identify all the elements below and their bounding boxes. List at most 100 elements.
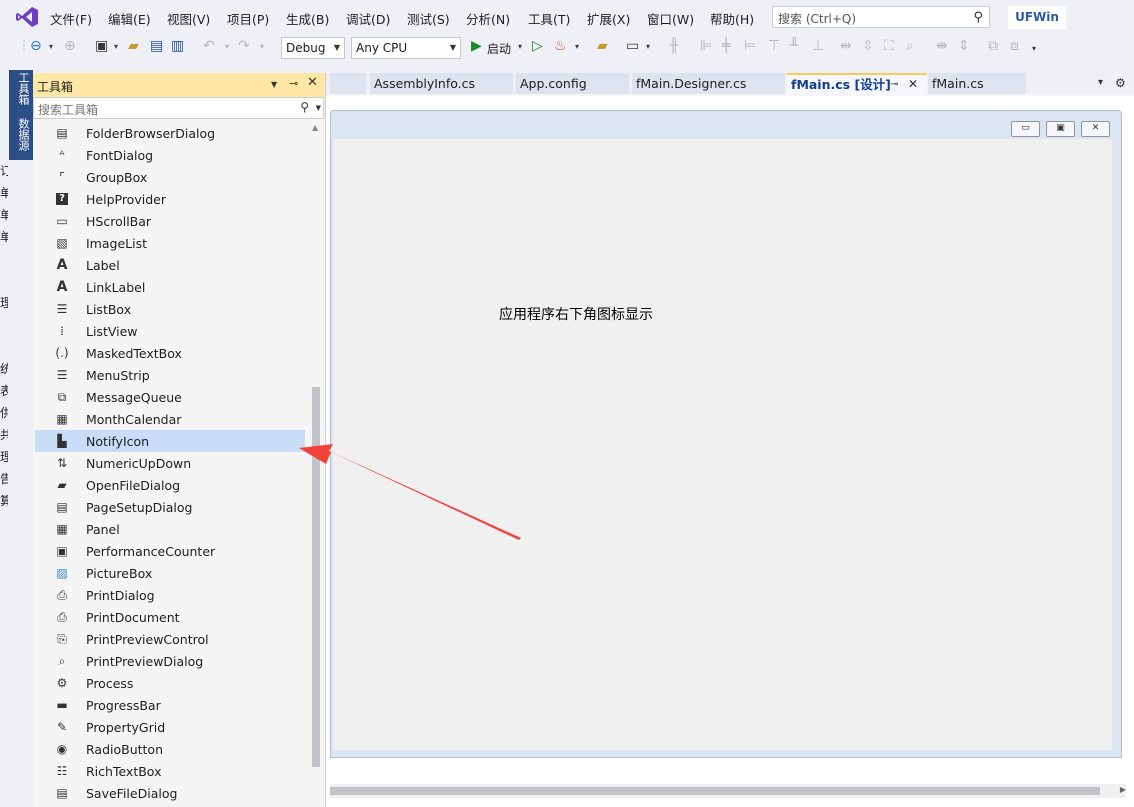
- toolbox-item[interactable]: ⌜ GroupBox: [35, 166, 305, 188]
- visual-studio-logo-icon[interactable]: [15, 6, 39, 28]
- menu-debug[interactable]: 调试(D): [346, 9, 390, 28]
- save-all-icon[interactable]: ▥: [171, 38, 184, 54]
- start-debug-icon[interactable]: ▶: [471, 38, 482, 54]
- rail-tab-toolbox[interactable]: 工具箱: [15, 72, 31, 105]
- browse-folder-icon[interactable]: ▰: [597, 38, 608, 54]
- tab-overflow-hidden[interactable]: [330, 73, 366, 94]
- form-client-area[interactable]: [333, 139, 1112, 750]
- scrollbar-thumb[interactable]: [330, 787, 1100, 795]
- toolbox-item[interactable]: ▬ ProgressBar: [35, 694, 305, 716]
- close-icon[interactable]: ✕: [307, 75, 318, 90]
- toolbox-item[interactable]: (.) MaskedTextBox: [35, 342, 305, 364]
- navigate-forward-icon[interactable]: ⊕: [64, 38, 76, 54]
- new-item-dropdown-icon[interactable]: ▾: [114, 42, 118, 51]
- toolbox-item[interactable]: ▦ Panel: [35, 518, 305, 540]
- menu-tools[interactable]: 工具(T): [528, 9, 570, 28]
- scroll-up-icon[interactable]: ▲: [312, 123, 318, 132]
- toolbox-item[interactable]: ▦ MonthCalendar: [35, 408, 305, 430]
- toolbox-item[interactable]: ⎙ PrintDocument: [35, 606, 305, 628]
- window-position-dropdown-icon[interactable]: ▼: [271, 80, 277, 89]
- vertical-spacing-icon[interactable]: ⇕: [958, 38, 970, 54]
- toolbox-item[interactable]: ? HelpProvider: [35, 188, 305, 210]
- toolbox-item[interactable]: ☷ RichTextBox: [35, 760, 305, 782]
- navigate-back-icon[interactable]: ⊖: [30, 38, 42, 54]
- toolbox-item[interactable]: ⁞ ListView: [35, 320, 305, 342]
- toolbar-overflow-icon[interactable]: ▾: [1032, 44, 1036, 53]
- layout-dropdown-icon[interactable]: ▾: [646, 42, 650, 51]
- maximize-button[interactable]: ▣: [1046, 121, 1075, 137]
- toolbox-item[interactable]: ⚙ Process: [35, 672, 305, 694]
- rail-tab-data-sources[interactable]: 数据源: [15, 118, 31, 151]
- tab-app-config[interactable]: App.config: [516, 73, 629, 94]
- toolbox-item[interactable]: ☰ ListBox: [35, 298, 305, 320]
- configuration-select[interactable]: Debug ▼: [281, 37, 345, 59]
- align-centers-icon[interactable]: ╪: [722, 38, 730, 54]
- undo-dropdown-icon[interactable]: ▾: [225, 42, 229, 51]
- make-same-height-icon[interactable]: ⇳: [862, 38, 874, 54]
- tab-fmain-cs[interactable]: fMain.cs: [928, 73, 1026, 94]
- menu-edit[interactable]: 编辑(E): [108, 9, 151, 28]
- align-middles-icon[interactable]: ╨: [790, 38, 798, 54]
- toolbox-item[interactable]: ▤ FolderBrowserDialog: [35, 122, 305, 144]
- toolbox-item[interactable]: ▨ PictureBox: [35, 562, 305, 584]
- window-layout-icon[interactable]: ▭: [626, 38, 639, 54]
- chevron-down-icon[interactable]: ▼: [316, 104, 321, 112]
- close-button[interactable]: ✕: [1081, 121, 1110, 137]
- designer-horizontal-scrollbar[interactable]: ▶: [330, 784, 1126, 798]
- open-file-icon[interactable]: ▰: [128, 38, 139, 54]
- hot-reload-dropdown-icon[interactable]: ▾: [575, 42, 579, 51]
- platform-select[interactable]: Any CPU ▼: [351, 37, 461, 59]
- hot-reload-icon[interactable]: ♨: [554, 38, 567, 54]
- tab-fmain-designer-cs[interactable]: fMain.Designer.cs: [632, 73, 785, 94]
- menu-test[interactable]: 测试(S): [407, 9, 450, 28]
- toolbox-item[interactable]: ◉ RadioButton: [35, 738, 305, 760]
- make-same-width-icon[interactable]: ⇹: [840, 38, 852, 54]
- size-to-grid-icon[interactable]: ⌕: [906, 38, 914, 54]
- pin-tab-icon[interactable]: ⊸: [890, 75, 898, 94]
- horizontal-spacing-icon[interactable]: ⇼: [936, 38, 948, 54]
- toolbox-item[interactable]: ⎙ PrintDialog: [35, 584, 305, 606]
- align-lefts-icon[interactable]: ⊫: [700, 38, 712, 54]
- scrollbar-thumb[interactable]: [312, 387, 320, 767]
- align-to-grid-icon[interactable]: ╫: [670, 38, 678, 54]
- menu-file[interactable]: 文件(F): [50, 9, 92, 28]
- menu-extensions[interactable]: 扩展(X): [587, 9, 630, 28]
- start-button-label[interactable]: 启动: [487, 40, 511, 57]
- align-bottoms-icon[interactable]: ⊥: [812, 38, 824, 54]
- gear-icon[interactable]: ⚙: [1115, 76, 1126, 90]
- toolbox-item[interactable]: ▭ HScrollBar: [35, 210, 305, 232]
- toolbox-item[interactable]: ᴬ FontDialog: [35, 144, 305, 166]
- make-same-size-icon[interactable]: ⛶: [884, 38, 894, 54]
- toolbox-item[interactable]: ⌕ PrintPreviewDialog: [35, 650, 305, 672]
- scroll-right-icon[interactable]: ▶: [1120, 785, 1126, 794]
- start-dropdown-icon[interactable]: ▾: [518, 42, 522, 51]
- menu-help[interactable]: 帮助(H): [710, 9, 754, 28]
- tab-assemblyinfo[interactable]: AssemblyInfo.cs: [370, 73, 513, 94]
- close-tab-icon[interactable]: ✕: [908, 75, 918, 94]
- toolbox-item[interactable]: ⎘ PrintPreviewControl: [35, 628, 305, 650]
- auto-hide-pin-icon[interactable]: ⊸: [289, 77, 298, 90]
- menu-project[interactable]: 项目(P): [227, 9, 269, 28]
- toolbox-item[interactable]: ▧ ImageList: [35, 232, 305, 254]
- toolbox-item[interactable]: ⧉ MessageQueue: [35, 386, 305, 408]
- toolbox-item[interactable]: A LinkLabel: [35, 276, 305, 298]
- redo-dropdown-icon[interactable]: ▾: [260, 42, 264, 51]
- send-to-back-icon[interactable]: ⧈: [1010, 38, 1019, 54]
- toolbox-item[interactable]: ▤ SaveFileDialog: [35, 782, 305, 804]
- menu-view[interactable]: 视图(V): [167, 9, 210, 28]
- toolbox-item[interactable]: ☰ MenuStrip: [35, 364, 305, 386]
- toolbox-item[interactable]: ▰ OpenFileDialog: [35, 474, 305, 496]
- align-tops-icon[interactable]: ⊤: [768, 38, 780, 54]
- menu-analyze[interactable]: 分析(N): [466, 9, 510, 28]
- start-without-debug-icon[interactable]: ▷: [532, 38, 543, 54]
- bring-to-front-icon[interactable]: ⧉: [988, 38, 998, 54]
- toolbox-scrollbar[interactable]: ▲: [308, 121, 324, 807]
- toolbox-item[interactable]: ▤ PageSetupDialog: [35, 496, 305, 518]
- form-text-label[interactable]: 应用程序右下角图标显示: [499, 304, 653, 324]
- save-icon[interactable]: ▤: [150, 38, 163, 54]
- redo-icon[interactable]: ↷: [238, 38, 250, 54]
- toolbox-item[interactable]: ▣ PerformanceCounter: [35, 540, 305, 562]
- menu-build[interactable]: 生成(B): [286, 9, 329, 28]
- undo-icon[interactable]: ↶: [203, 38, 215, 54]
- toolbox-item[interactable]: ✎ PropertyGrid: [35, 716, 305, 738]
